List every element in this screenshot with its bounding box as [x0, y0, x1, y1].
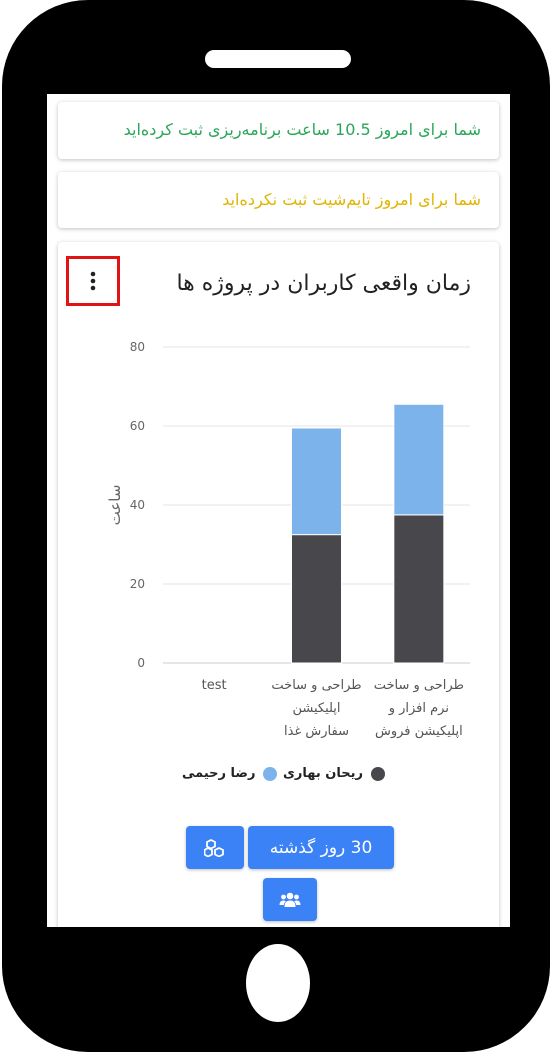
cubes-icon [204, 838, 224, 857]
y-tick-label: 80 [130, 340, 145, 354]
legend-swatch-series-2 [263, 766, 278, 781]
x-tick-label: طراحی و ساخت [271, 678, 361, 693]
bar-segment-2-series-1 [291, 534, 342, 664]
timesheet-missing-alert: شما برای امروز تایم‌شیت ثبت نکرده‌اید [58, 172, 499, 228]
y-axis-label: ساعت [106, 485, 124, 526]
x-tick-label: طراحی و ساخت [374, 678, 464, 693]
date-range-button[interactable]: 30 روز گذشته [248, 826, 394, 869]
app-screen: شما برای امروز 10.5 ساعت برنامه‌ریزی ثبت… [47, 94, 510, 927]
legend-item-series-2[interactable]: رضا رحیمی [182, 766, 278, 781]
users-project-time-card: زمان واقعی کاربران در پروژه ها 0 20 40 60 80… [58, 242, 499, 927]
y-tick-label: 0 [137, 656, 145, 670]
bar-segment-3-series-2 [393, 403, 445, 516]
planned-hours-alert-text: شما برای امروز 10.5 ساعت برنامه‌ریزی ثبت… [123, 120, 481, 139]
planned-hours-alert: شما برای امروز 10.5 ساعت برنامه‌ریزی ثبت… [58, 102, 499, 159]
bar-segment-2-series-2 [291, 427, 342, 536]
legend-label-series-2: رضا رحیمی [182, 766, 256, 781]
stacked-bar-chart: 0 20 40 60 80 ساعت test طراحی و ساخت اپلیکیشن سفا… [106, 340, 470, 739]
legend-swatch-series-1 [370, 766, 385, 781]
y-tick-label: 60 [130, 419, 145, 433]
x-tick-label: test [202, 678, 227, 693]
users-filter-button[interactable] [263, 878, 317, 921]
x-tick-label: اپلیکیشن [292, 701, 340, 716]
phone-speaker [205, 50, 351, 68]
timesheet-missing-alert-text: شما برای امروز تایم‌شیت ثبت نکرده‌اید [222, 190, 481, 209]
x-tick-label: نرم افزار و [388, 701, 449, 716]
users-icon [279, 892, 301, 907]
home-button[interactable] [246, 944, 310, 1022]
phone-frame: شما برای امروز 10.5 ساعت برنامه‌ریزی ثبت… [2, 0, 550, 1052]
y-tick-label: 20 [130, 577, 145, 591]
projects-filter-button[interactable] [186, 826, 244, 869]
date-range-label: 30 روز گذشته [269, 837, 373, 858]
x-tick-label: سفارش غذا [284, 724, 349, 739]
x-tick-label: اپلیکیشن فروش [375, 724, 463, 739]
legend-item-series-1[interactable]: ریحان بهاری [283, 766, 385, 781]
y-tick-label: 40 [130, 498, 145, 512]
legend-label-series-1: ریحان بهاری [283, 766, 363, 781]
bar-segment-3-series-1 [393, 514, 445, 664]
